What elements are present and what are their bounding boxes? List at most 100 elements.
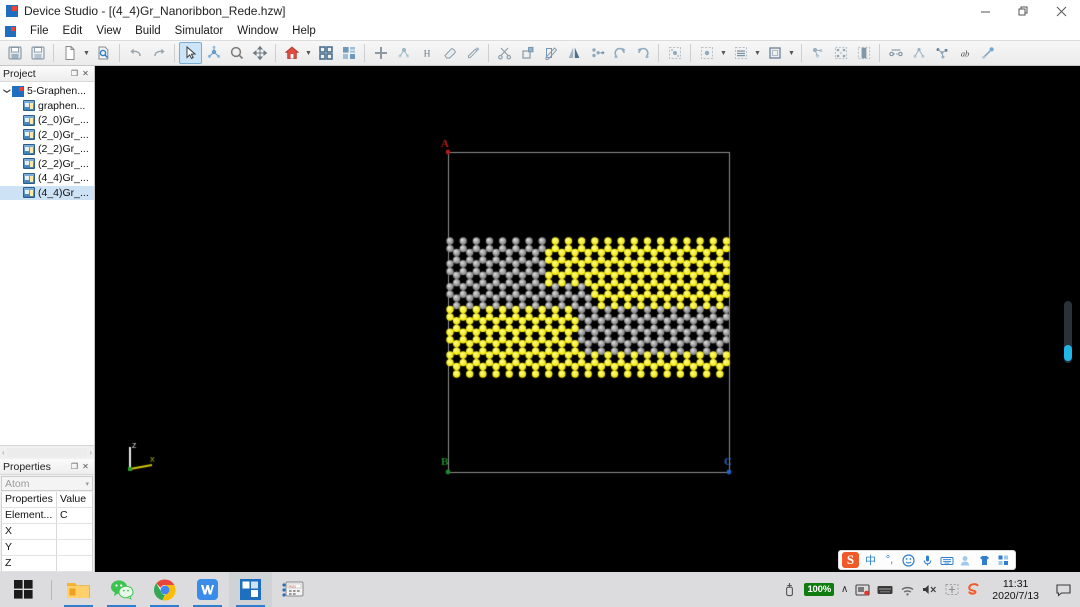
rotate-tool-icon[interactable] (202, 42, 225, 64)
ime-tray-icon[interactable] (945, 583, 959, 596)
tree-item[interactable]: graphen... (0, 99, 94, 114)
structure-viewport[interactable] (95, 66, 1080, 589)
rotate-structure-ccw-icon[interactable] (631, 42, 654, 64)
properties-row[interactable]: X (2, 524, 92, 540)
crystal-builder-icon[interactable] (663, 42, 686, 64)
chinese-mode-icon[interactable]: 中 (863, 553, 878, 568)
save-as-icon[interactable] (26, 42, 49, 64)
taskbar-chrome-icon[interactable] (143, 572, 186, 607)
project-tree[interactable]: ❯ 5-Graphen... graphen... (2_0)Gr_... (2_0)G… (0, 82, 94, 445)
tree-item[interactable]: ❯ 5-Graphen... (0, 84, 94, 99)
properties-object-select[interactable]: Atom ▾ (1, 476, 93, 491)
minimize-button[interactable] (966, 0, 1004, 22)
cell-repeat-icon[interactable] (829, 42, 852, 64)
undo-icon[interactable] (124, 42, 147, 64)
mirror-icon[interactable] (562, 42, 585, 64)
project-panel-float-button[interactable]: ❐ (69, 68, 80, 80)
taskbar-wps-office-icon[interactable] (186, 572, 229, 607)
restore-button[interactable] (1004, 0, 1042, 22)
eraser-icon[interactable] (438, 42, 461, 64)
toolbox-icon[interactable] (996, 553, 1011, 568)
battery-percent-label[interactable]: 100% (804, 583, 834, 596)
select-tool-icon[interactable] (179, 42, 202, 64)
property-value[interactable] (57, 524, 92, 539)
tree-item[interactable]: (2_2)Gr_... (0, 142, 94, 157)
taskbar-calculator-app-icon[interactable]: Auto (272, 572, 315, 607)
voice-input-icon[interactable] (920, 553, 935, 568)
home-view-icon[interactable] (280, 42, 303, 64)
sogou-ime-bar[interactable]: S 中 °, (838, 550, 1016, 570)
tree-item[interactable]: (2_0)Gr_... (0, 128, 94, 143)
tree-item[interactable]: (2_0)Gr_... (0, 113, 94, 128)
property-value[interactable]: C (57, 508, 92, 523)
measure-angle-icon[interactable] (907, 42, 930, 64)
open-file-icon[interactable] (92, 42, 115, 64)
taskbar-device-studio-icon[interactable] (229, 572, 272, 607)
menu-build[interactable]: Build (128, 24, 168, 38)
lattice-style-icon[interactable] (695, 42, 718, 64)
zoom-tool-icon[interactable] (225, 42, 248, 64)
properties-row[interactable]: Element... C (2, 508, 92, 524)
user-icon[interactable] (958, 553, 973, 568)
sogou-logo-icon[interactable]: S (842, 552, 859, 568)
wifi-icon[interactable] (900, 583, 915, 596)
label-atoms-icon[interactable]: ab (953, 42, 976, 64)
start-button[interactable] (0, 572, 46, 607)
boundary-style-dropdown-caret-icon[interactable]: ▼ (786, 42, 797, 64)
bond-tool-icon[interactable] (461, 42, 484, 64)
close-button[interactable] (1042, 0, 1080, 22)
redo-icon[interactable] (147, 42, 170, 64)
properties-row[interactable]: Z (2, 556, 92, 572)
skin-icon[interactable] (977, 553, 992, 568)
measure-distance-icon[interactable] (884, 42, 907, 64)
scroll-right-icon[interactable]: › (89, 448, 92, 457)
taskbar-wechat-icon[interactable] (100, 572, 143, 607)
tree-item[interactable]: (4_4)Gr_... (0, 171, 94, 186)
property-value[interactable] (57, 540, 92, 555)
add-atom-icon[interactable] (369, 42, 392, 64)
expand-chevron-icon[interactable]: ❯ (3, 86, 11, 96)
menu-view[interactable]: View (89, 24, 128, 38)
new-file-dropdown-caret-icon[interactable]: ▼ (81, 42, 92, 64)
keyboard-tray-icon[interactable] (877, 584, 893, 596)
display-style-icon[interactable] (729, 42, 752, 64)
project-panel-close-button[interactable]: ✕ (80, 68, 91, 80)
slab-icon[interactable] (852, 42, 875, 64)
menu-file[interactable]: File (23, 24, 56, 38)
new-file-icon[interactable] (58, 42, 81, 64)
battery-icon[interactable] (782, 582, 797, 597)
link-icon[interactable] (976, 42, 999, 64)
tile-view-icon[interactable] (337, 42, 360, 64)
grid-view-icon[interactable] (314, 42, 337, 64)
translate-icon[interactable] (585, 42, 608, 64)
graphene-lattice-canvas[interactable] (95, 66, 1080, 589)
sogou-tray-icon[interactable] (966, 582, 981, 597)
display-style-dropdown-caret-icon[interactable]: ▼ (752, 42, 763, 64)
home-view-dropdown-caret-icon[interactable]: ▼ (303, 42, 314, 64)
save-icon[interactable] (3, 42, 26, 64)
taskbar-clock[interactable]: 11:31 2020/7/13 (988, 578, 1043, 602)
ball-stick-icon[interactable] (806, 42, 829, 64)
boundary-style-icon[interactable] (763, 42, 786, 64)
supercell-icon[interactable] (516, 42, 539, 64)
properties-panel-close-button[interactable]: ✕ (80, 461, 91, 473)
emoji-icon[interactable] (901, 553, 916, 568)
add-molecule-icon[interactable] (392, 42, 415, 64)
pan-tool-icon[interactable] (248, 42, 271, 64)
properties-panel-float-button[interactable]: ❐ (69, 461, 80, 473)
tree-item[interactable]: (2_2)Gr_... (0, 157, 94, 172)
scroll-left-icon[interactable]: ‹ (2, 448, 5, 457)
menu-window[interactable]: Window (230, 24, 285, 38)
scroll-track[interactable] (6, 448, 88, 457)
add-hydrogen-icon[interactable]: H (415, 42, 438, 64)
cut-bond-icon[interactable] (493, 42, 516, 64)
menu-edit[interactable]: Edit (56, 24, 90, 38)
rotate-structure-icon[interactable] (608, 42, 631, 64)
tray-chevron-up-icon[interactable]: ∧ (841, 584, 848, 595)
edit-cell-icon[interactable] (539, 42, 562, 64)
properties-row[interactable]: Y (2, 540, 92, 556)
lattice-style-dropdown-caret-icon[interactable]: ▼ (718, 42, 729, 64)
view-zoom-slider[interactable] (1064, 301, 1072, 363)
volume-muted-icon[interactable] (922, 583, 938, 596)
measure-torsion-icon[interactable] (930, 42, 953, 64)
